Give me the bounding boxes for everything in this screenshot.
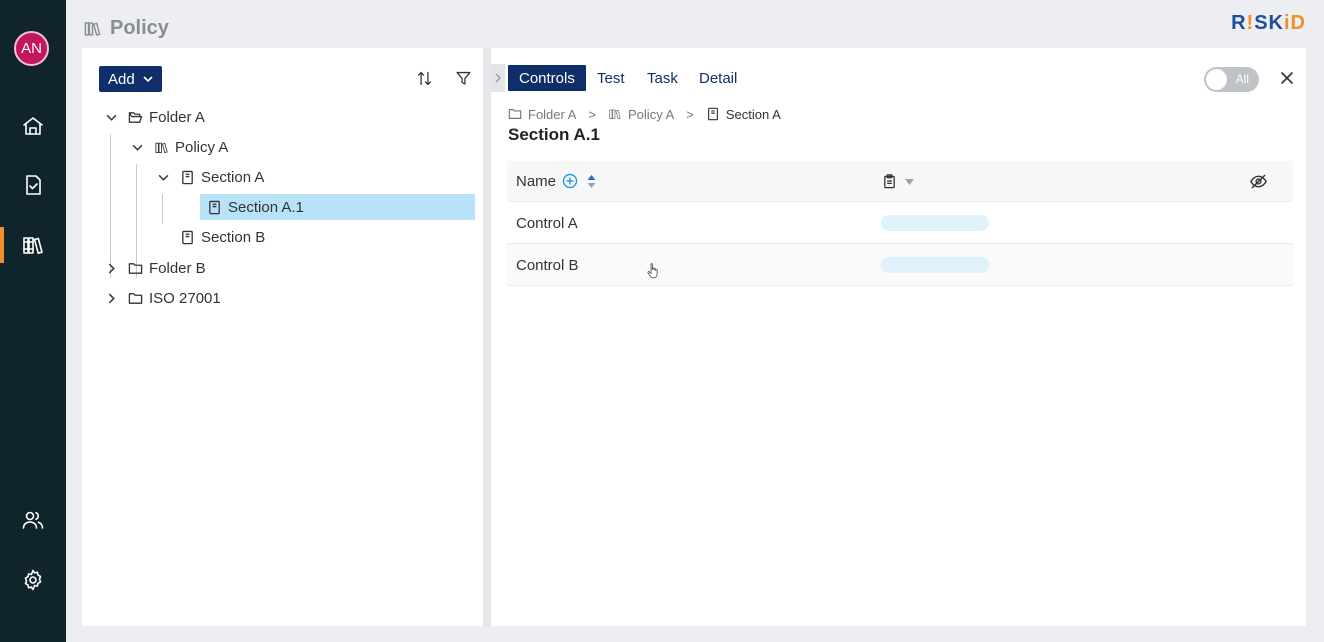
- riskid-logo: R!SKiD: [1231, 12, 1306, 34]
- breadcrumb: Folder A > Policy A > Section A: [508, 106, 781, 122]
- tree-item-label: Folder B: [149, 259, 206, 277]
- eye-off-icon: [1250, 174, 1267, 189]
- tree-item-section-a1[interactable]: Section A.1: [200, 194, 475, 220]
- tab-controls[interactable]: Controls: [508, 65, 586, 91]
- hand-cursor-icon: [647, 263, 658, 279]
- name-column-header[interactable]: Name: [516, 173, 556, 190]
- table-row[interactable]: Control B: [507, 244, 1293, 286]
- chevron-right-icon[interactable]: [104, 261, 118, 275]
- tree-item-folder-a[interactable]: Folder A: [104, 104, 205, 130]
- chevron-down-icon: [143, 76, 153, 83]
- left-nav: AN: [0, 0, 66, 642]
- home-icon: [23, 117, 43, 135]
- collapse-panel-button[interactable]: [491, 64, 505, 92]
- folder-icon: [508, 109, 522, 119]
- policy-library-icon: [609, 109, 621, 120]
- nav-users[interactable]: [0, 500, 66, 540]
- all-toggle[interactable]: All: [1204, 67, 1259, 92]
- section-icon: [206, 199, 222, 215]
- sort-button[interactable]: [414, 68, 434, 88]
- tab-task[interactable]: Task: [647, 65, 678, 91]
- plus-circle-icon: [562, 173, 578, 189]
- users-icon: [22, 511, 44, 529]
- nav-tasks[interactable]: [0, 165, 66, 205]
- caret-down-icon[interactable]: [904, 178, 915, 186]
- tab-test[interactable]: Test: [597, 65, 625, 91]
- section-icon: [179, 229, 195, 245]
- page-title-text: Policy: [110, 16, 169, 39]
- detail-panel: Controls Test Task Detail All Folder A >…: [491, 48, 1306, 626]
- tree-item-label: Section B: [201, 228, 266, 246]
- tree-item-label: Folder A: [149, 108, 205, 126]
- avatar[interactable]: AN: [14, 31, 49, 66]
- chevron-right-icon[interactable]: [104, 291, 118, 305]
- close-button[interactable]: [1279, 70, 1295, 86]
- table-row[interactable]: Control A: [507, 202, 1293, 244]
- table-header: Name: [507, 161, 1293, 202]
- section-title: Section A.1: [508, 125, 600, 144]
- status-placeholder: [881, 257, 989, 273]
- tree-item-label: ISO 27001: [149, 289, 221, 307]
- add-control-button[interactable]: [562, 173, 578, 189]
- chevron-down-icon[interactable]: [130, 140, 144, 154]
- tree-guide: [162, 194, 163, 224]
- policy-library-icon: [23, 237, 43, 254]
- add-button-label: Add: [108, 70, 135, 88]
- section-icon: [179, 169, 195, 185]
- breadcrumb-separator: >: [686, 106, 694, 122]
- breadcrumb-separator: >: [588, 106, 597, 122]
- policy-library-icon: [153, 139, 169, 155]
- sort-asc-icon[interactable]: [586, 173, 597, 190]
- tree-item-label: Section A.1: [228, 198, 304, 216]
- gear-icon: [24, 569, 42, 591]
- folder-icon: [127, 260, 143, 276]
- add-button[interactable]: Add: [99, 66, 162, 92]
- nav-settings[interactable]: [0, 560, 66, 600]
- sort-icon: [417, 71, 431, 85]
- clipboard-icon: [882, 174, 897, 189]
- breadcrumb-item[interactable]: Folder A: [508, 107, 576, 122]
- nav-home[interactable]: [0, 106, 66, 146]
- folder-open-icon: [127, 109, 143, 125]
- section-icon: [707, 107, 718, 121]
- chevron-right-icon: [495, 73, 501, 83]
- filter-icon: [455, 71, 471, 85]
- status-placeholder: [881, 215, 989, 231]
- folder-icon: [127, 290, 143, 306]
- nav-policy[interactable]: [0, 225, 66, 265]
- breadcrumb-item[interactable]: Policy A: [608, 107, 674, 122]
- panel-splitter[interactable]: [483, 48, 491, 626]
- hide-columns-button[interactable]: [1249, 172, 1268, 191]
- tree-item-iso-27001[interactable]: ISO 27001: [104, 285, 221, 311]
- chevron-down-icon[interactable]: [104, 110, 118, 124]
- controls-table: Name Control A Control B: [507, 161, 1293, 286]
- close-icon: [1280, 71, 1294, 85]
- breadcrumb-item[interactable]: Section A: [706, 107, 781, 122]
- tree-item-policy-a[interactable]: Policy A: [130, 134, 228, 160]
- task-check-icon: [26, 175, 41, 195]
- chevron-down-icon[interactable]: [156, 170, 170, 184]
- control-name: Control B: [516, 257, 579, 274]
- toggle-knob: [1206, 69, 1227, 90]
- filter-button[interactable]: [453, 68, 473, 88]
- toggle-label: All: [1235, 72, 1249, 86]
- tab-detail[interactable]: Detail: [699, 65, 737, 91]
- tree-item-section-b[interactable]: Section B: [179, 224, 265, 250]
- tree-item-folder-b[interactable]: Folder B: [104, 255, 206, 281]
- tree-panel: Add Folder A Policy A Section A Section …: [82, 48, 483, 626]
- tree-item-label: Section A: [201, 168, 265, 186]
- control-name: Control A: [516, 215, 578, 232]
- policy-library-icon: [84, 21, 101, 36]
- page-title: Policy: [83, 16, 169, 40]
- tree-item-label: Policy A: [175, 138, 229, 156]
- tree-item-section-a[interactable]: Section A: [156, 164, 264, 190]
